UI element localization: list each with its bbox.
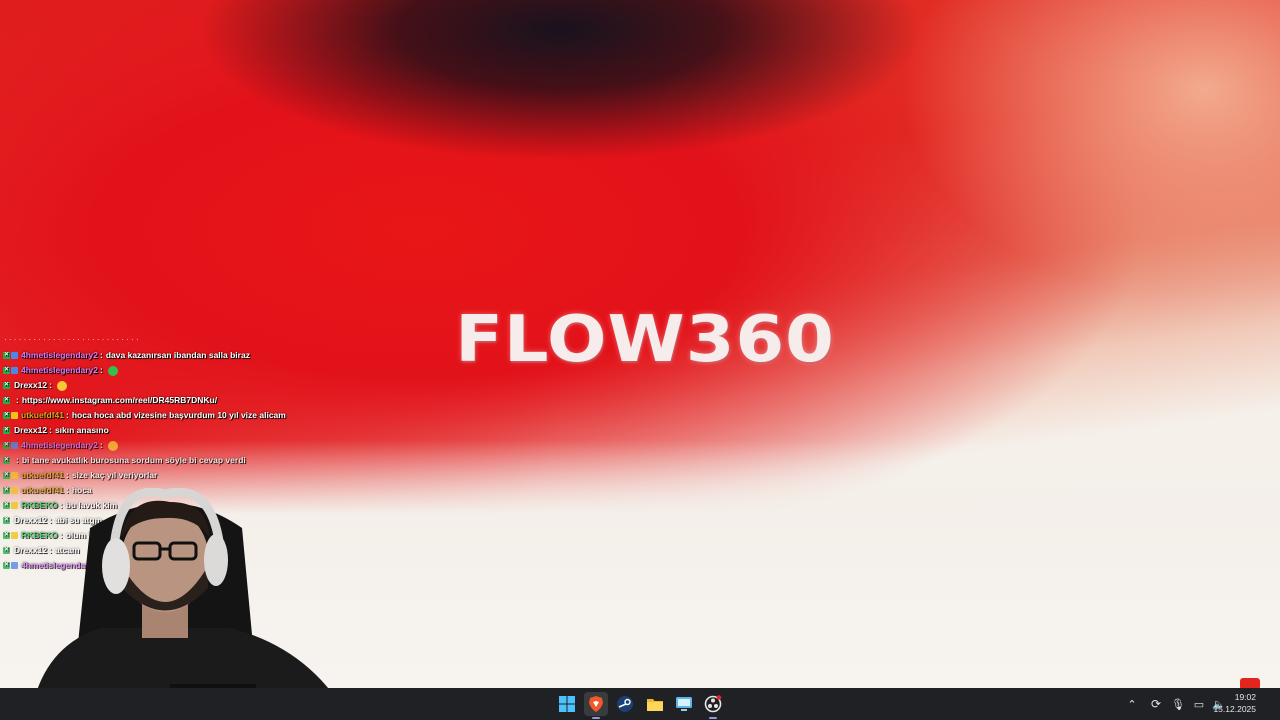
moderator-badge-icon: ✕ [3, 532, 10, 539]
chat-message: ✕: bi tane avukatlık burosuna sordum söyl… [0, 453, 300, 468]
moderator-badge-icon: ✕ [3, 487, 10, 494]
subscriber-badge-icon [11, 352, 18, 359]
taskbar-clock[interactable]: 19:02 15.12.2025 [1204, 691, 1256, 715]
chat-message-text[interactable]: https://www.instagram.com/reel/DR45RB7DN… [22, 393, 217, 408]
chat-message-text: hoca hoca abd vizesine başvurdum 10 yıl … [71, 410, 286, 420]
chat-message: ✕ Drexx12: [0, 378, 300, 393]
remote-desktop-icon [676, 697, 692, 711]
chat-username[interactable]: utkuefdf41 [21, 468, 64, 483]
moderator-badge-icon: ✕ [3, 562, 10, 569]
moderator-badge-icon: ✕ [3, 457, 10, 464]
taskbar-remote-desktop[interactable] [672, 692, 696, 716]
chat-message: ✕ utkuefdf41: size kaç yıl veriyorlar [0, 468, 300, 483]
chat-username[interactable]: Drexx12 [14, 423, 47, 438]
chevron-up-icon[interactable]: ⌃ [1124, 698, 1140, 711]
chat-message-text: dava kazanırsan ibandan salla biraz [105, 350, 250, 360]
wallpaper-logo: FLOW360 [455, 301, 835, 377]
chat-username[interactable]: Drexx12 [14, 378, 47, 393]
chat-emote-icon [107, 365, 118, 376]
chat-separator: : [100, 350, 103, 360]
chat-message-text: sıkın anasıno [54, 425, 109, 435]
taskbar-obs[interactable] [701, 692, 725, 719]
chat-separator: : [49, 425, 52, 435]
moderator-badge-icon: ✕ [3, 442, 10, 449]
chat-message: ✕ 4hmetislegendary2: dava kazanırsan iband… [0, 348, 300, 363]
moderator-badge-icon: ✕ [3, 472, 10, 479]
headphone-right-cup [204, 534, 228, 586]
taskbar-file-explorer[interactable] [643, 692, 667, 716]
headphone-left-cup [102, 538, 130, 594]
moderator-badge-icon: ✕ [3, 547, 10, 554]
chat-username[interactable]: 4hmetislegendary2 [21, 363, 98, 378]
microphone-icon[interactable]: 🎙 [1170, 698, 1186, 711]
clock-date: 15.12.2025 [1213, 704, 1256, 714]
chat-separator: : [65, 410, 69, 420]
obs-icon [704, 695, 722, 713]
moderator-badge-icon: ✕ [3, 427, 10, 434]
sync-icon[interactable]: ⟳ [1146, 697, 1166, 711]
chat-username[interactable]: utkuefdf41 [21, 408, 64, 423]
subscriber-badge-icon [11, 412, 18, 419]
chat-separator: : [16, 395, 19, 405]
taskbar: ⌃ ⟳ 🎙 ▭ 🔈 19:02 15.12.2025 [0, 688, 1280, 720]
windows-logo-icon [559, 696, 575, 712]
moderator-badge-icon: ✕ [3, 502, 10, 509]
chat-message: ✕ utkuefdf41: hoca hoca abd vizesine başvu… [0, 408, 300, 423]
folder-icon [647, 699, 663, 711]
chat-username[interactable]: 4hmetislegendary2 [21, 348, 98, 363]
start-button[interactable] [555, 692, 579, 716]
subscriber-badge-icon [11, 502, 18, 509]
chat-message: ✕ Drexx12: sıkın anasıno [0, 423, 300, 438]
moderator-badge-icon: ✕ [3, 367, 10, 374]
subscriber-badge-icon [11, 442, 18, 449]
chat-message: ✕ 4hmetislegendary2: [0, 438, 300, 453]
chat-emote-icon [107, 440, 118, 451]
wallpaper-glow [900, 0, 1280, 300]
webcam-feed [30, 488, 350, 720]
chat-username[interactable]: 4hmetislegendary2 [21, 438, 98, 453]
subscriber-badge-icon [11, 472, 18, 479]
chat-separator: : [100, 365, 103, 375]
chat-message-text: size kaç yıl veriyorlar [71, 470, 158, 480]
subscriber-badge-icon [11, 367, 18, 374]
taskbar-steam[interactable] [613, 692, 637, 716]
chat-message: ✕ 4hmetislegendary2: [0, 363, 300, 378]
chat-separator: : [49, 380, 52, 390]
chat-cutoff-line: · · · · · · · · · · · · · · · · · · · · … [4, 336, 139, 344]
moderator-badge-icon: ✕ [3, 382, 10, 389]
steam-icon [617, 696, 633, 712]
moderator-badge-icon: ✕ [3, 412, 10, 419]
moderator-badge-icon: ✕ [3, 517, 10, 524]
subscriber-badge-icon [11, 562, 18, 569]
chat-separator: : [100, 440, 103, 450]
moderator-badge-icon: ✕ [3, 352, 10, 359]
chat-emote-icon [56, 380, 67, 391]
subscriber-badge-icon [11, 487, 18, 494]
chat-message-text: bi tane avukatlık burosuna sordum söyle … [21, 455, 246, 465]
brave-browser-icon [589, 696, 603, 712]
moderator-badge-icon: ✕ [3, 397, 10, 404]
chat-separator: : [16, 455, 19, 465]
chat-message: ✕: https://www.instagram.com/reel/DR45RB7… [0, 393, 300, 408]
chat-separator: : [65, 470, 69, 480]
taskbar-brave-browser[interactable] [584, 692, 608, 719]
clock-time: 19:02 [1234, 692, 1256, 702]
subscriber-badge-icon [11, 532, 18, 539]
